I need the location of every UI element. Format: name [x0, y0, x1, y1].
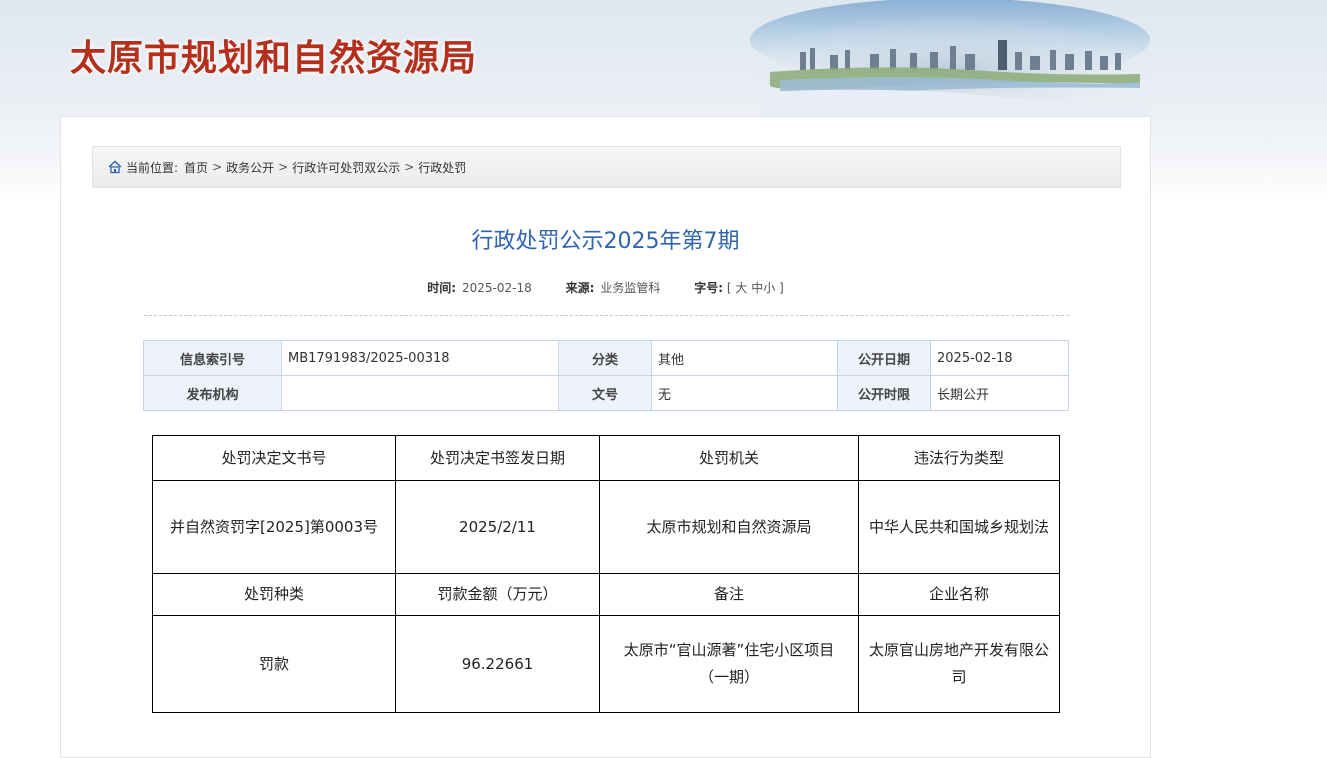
meta-source-value: 业务监管科	[600, 281, 661, 295]
header-violation-type: 违法行为类型	[858, 435, 1060, 481]
header-fine-amount: 罚款金额（万元）	[395, 573, 600, 616]
pubdate-value: 2025-02-18	[930, 340, 1069, 376]
breadcrumb-link-home[interactable]: 首页	[184, 159, 208, 176]
pubdate-label: 公开日期	[837, 340, 931, 376]
home-icon	[108, 160, 122, 174]
header-penalty-kind: 处罚种类	[152, 573, 396, 616]
breadcrumb-prefix: 当前位置:	[126, 160, 179, 175]
divider	[144, 315, 1069, 316]
site-header: 太原市规划和自然资源局	[0, 0, 1327, 116]
header-decision-number: 处罚决定文书号	[152, 435, 396, 481]
header-company-name: 企业名称	[858, 573, 1060, 616]
breadcrumb-link-penalty[interactable]: 行政处罚	[418, 159, 466, 176]
category-label: 分类	[558, 340, 652, 376]
meta-source-label: 来源:	[565, 281, 595, 295]
site-title: 太原市规划和自然资源局	[70, 37, 478, 79]
breadcrumb-separator: >	[278, 160, 289, 174]
breadcrumb: 当前位置: 首页 > 政务公开 > 行政许可处罚双公示 > 行政处罚	[92, 146, 1121, 188]
header-issue-date: 处罚决定书签发日期	[395, 435, 600, 481]
org-label: 发布机构	[143, 375, 282, 411]
article-meta: 时间: 2025-02-18 来源: 业务监管科 字号: [ 大 中小 ]	[61, 279, 1150, 296]
cell-decision-number: 并自然资罚字[2025]第0003号	[152, 480, 396, 574]
meta-fontsize-label: 字号:	[694, 281, 724, 295]
cell-fine-amount: 96.22661	[395, 615, 600, 713]
penalty-table: 处罚决定文书号 处罚决定书签发日期 处罚机关 违法行为类型 并自然资罚字[202…	[152, 435, 1060, 713]
info-row: 发布机构 文号 无 公开时限 长期公开	[143, 375, 1069, 411]
city-skyline-banner	[750, 0, 1150, 116]
penalty-header-row: 处罚种类 罚款金额（万元） 备注 企业名称	[152, 573, 1060, 616]
fontsize-large-button[interactable]: 大	[735, 281, 747, 295]
breadcrumb-link-dual-disclosure[interactable]: 行政许可处罚双公示	[292, 159, 400, 176]
breadcrumb-separator: >	[404, 160, 415, 174]
info-row: 信息索引号 MB1791983/2025-00318 分类 其他 公开日期 20…	[143, 340, 1069, 376]
cell-company-name: 太原官山房地产开发有限公司	[858, 615, 1060, 713]
org-value	[281, 375, 559, 411]
penalty-data-row: 并自然资罚字[2025]第0003号 2025/2/11 太原市规划和自然资源局…	[152, 480, 1060, 574]
category-value: 其他	[651, 340, 838, 376]
docno-value: 无	[651, 375, 838, 411]
cell-issue-date: 2025/2/11	[395, 480, 600, 574]
index-label: 信息索引号	[143, 340, 282, 376]
content-panel: 当前位置: 首页 > 政务公开 > 行政许可处罚双公示 > 行政处罚 行政处罚公…	[60, 116, 1151, 758]
header-authority: 处罚机关	[599, 435, 859, 481]
article-title: 行政处罚公示2025年第7期	[471, 229, 740, 254]
period-label: 公开时限	[837, 375, 931, 411]
cell-penalty-kind: 罚款	[152, 615, 396, 713]
meta-time-value: 2025-02-18	[462, 281, 532, 295]
period-value: 长期公开	[930, 375, 1069, 411]
fontsize-bracket-open: [	[726, 281, 732, 295]
penalty-data-row: 罚款 96.22661 太原市“官山源著”住宅小区项目（一期） 太原官山房地产开…	[152, 615, 1060, 713]
info-table: 信息索引号 MB1791983/2025-00318 分类 其他 公开日期 20…	[143, 340, 1069, 411]
penalty-header-row: 处罚决定文书号 处罚决定书签发日期 处罚机关 违法行为类型	[152, 435, 1060, 481]
fontsize-bracket-close: ]	[779, 281, 784, 295]
cell-authority: 太原市规划和自然资源局	[599, 480, 859, 574]
meta-time-label: 时间:	[427, 281, 457, 295]
fontsize-small-button[interactable]: 小	[763, 281, 775, 295]
header-remarks: 备注	[599, 573, 859, 616]
index-value: MB1791983/2025-00318	[281, 340, 559, 376]
breadcrumb-link-gov-affairs[interactable]: 政务公开	[226, 159, 274, 176]
cell-violation-type: 中华人民共和国城乡规划法	[858, 480, 1060, 574]
breadcrumb-separator: >	[212, 160, 223, 174]
docno-label: 文号	[558, 375, 652, 411]
fontsize-medium-button[interactable]: 中	[751, 281, 763, 295]
cell-remarks: 太原市“官山源著”住宅小区项目（一期）	[599, 615, 859, 713]
